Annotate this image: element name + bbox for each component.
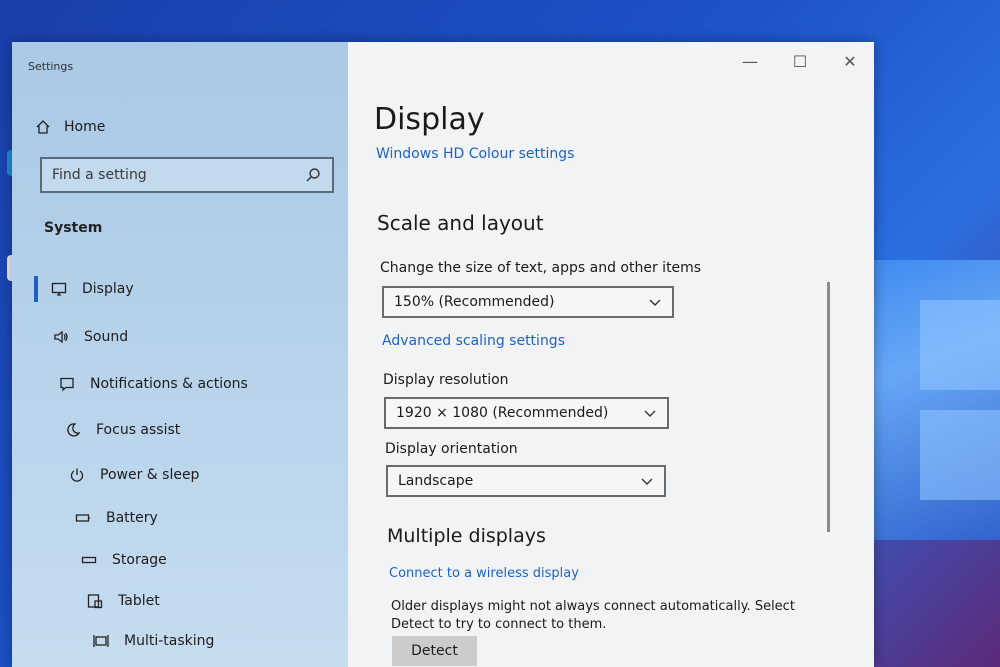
scale-dropdown[interactable]: 150% (Recommended) bbox=[382, 286, 674, 318]
settings-window: Settings Home Find a setting System Disp… bbox=[12, 42, 874, 667]
chevron-down-icon bbox=[641, 478, 653, 485]
sidebar-item-focus-assist[interactable]: Focus assist bbox=[64, 415, 180, 445]
orientation-label: Display orientation bbox=[385, 441, 518, 457]
monitor-icon bbox=[50, 280, 68, 298]
detect-note: Older displays might not always connect … bbox=[391, 599, 795, 632]
main-content: — ☐ ✕ Display Windows HD Colour settings… bbox=[348, 42, 874, 667]
sidebar-item-label: Power & sleep bbox=[100, 467, 200, 483]
search-placeholder: Find a setting bbox=[52, 167, 147, 183]
search-icon bbox=[304, 166, 322, 184]
minimize-button[interactable]: — bbox=[740, 52, 760, 71]
sidebar-item-label: Notifications & actions bbox=[90, 376, 248, 392]
sidebar-home[interactable]: Home bbox=[34, 118, 105, 136]
home-label: Home bbox=[64, 119, 106, 135]
sidebar-item-notifications[interactable]: Notifications & actions bbox=[58, 369, 248, 399]
wallpaper-pane bbox=[920, 410, 1000, 500]
wireless-display-link[interactable]: Connect to a wireless display bbox=[389, 566, 579, 581]
multitasking-icon bbox=[92, 632, 110, 650]
sidebar: Settings Home Find a setting System Disp… bbox=[12, 42, 348, 667]
orientation-dropdown[interactable]: Landscape bbox=[386, 465, 666, 497]
moon-icon bbox=[64, 421, 82, 439]
resolution-value: 1920 × 1080 (Recommended) bbox=[396, 405, 609, 421]
sidebar-item-label: Sound bbox=[84, 329, 129, 345]
scrollbar[interactable] bbox=[827, 282, 830, 532]
hd-colour-settings-link[interactable]: Windows HD Colour settings bbox=[376, 146, 574, 162]
resolution-label: Display resolution bbox=[383, 372, 509, 388]
sidebar-item-label: Battery bbox=[106, 510, 158, 526]
sidebar-item-multitasking[interactable]: Multi-tasking bbox=[92, 626, 214, 656]
sidebar-item-storage[interactable]: Storage bbox=[80, 545, 167, 575]
battery-icon bbox=[74, 509, 92, 527]
advanced-scaling-link[interactable]: Advanced scaling settings bbox=[382, 333, 565, 349]
sidebar-item-tablet[interactable]: Tablet bbox=[86, 586, 160, 616]
chevron-down-icon bbox=[649, 299, 661, 306]
scale-value: 150% (Recommended) bbox=[394, 294, 555, 310]
orientation-value: Landscape bbox=[398, 473, 474, 489]
close-button[interactable]: ✕ bbox=[840, 52, 860, 71]
sidebar-item-display[interactable]: Display bbox=[34, 274, 134, 304]
speaker-icon bbox=[52, 328, 70, 346]
sidebar-item-battery[interactable]: Battery bbox=[74, 503, 158, 533]
power-icon bbox=[68, 466, 86, 484]
maximize-button[interactable]: ☐ bbox=[790, 52, 810, 71]
sidebar-item-label: Storage bbox=[112, 552, 167, 568]
section-label-system: System bbox=[44, 220, 103, 236]
sidebar-item-label: Multi-tasking bbox=[124, 633, 215, 649]
chevron-down-icon bbox=[644, 410, 656, 417]
title-bar-controls: — ☐ ✕ bbox=[740, 52, 860, 71]
home-icon bbox=[34, 118, 52, 136]
notification-icon bbox=[58, 375, 76, 393]
sidebar-item-label: Display bbox=[82, 281, 134, 297]
sidebar-item-label: Focus assist bbox=[96, 422, 181, 438]
scale-label: Change the size of text, apps and other … bbox=[380, 260, 702, 276]
sidebar-item-sound[interactable]: Sound bbox=[52, 322, 128, 352]
detect-button[interactable]: Detect bbox=[392, 636, 477, 666]
window-title: Settings bbox=[28, 60, 74, 73]
page-title: Display bbox=[374, 102, 485, 137]
sidebar-item-power-sleep[interactable]: Power & sleep bbox=[68, 460, 199, 490]
multiple-displays-heading: Multiple displays bbox=[387, 525, 546, 547]
tablet-icon bbox=[86, 592, 104, 610]
search-input[interactable]: Find a setting bbox=[40, 157, 334, 193]
wallpaper-pane bbox=[920, 300, 1000, 390]
resolution-dropdown[interactable]: 1920 × 1080 (Recommended) bbox=[384, 397, 669, 429]
sidebar-item-label: Tablet bbox=[118, 593, 160, 609]
scale-layout-heading: Scale and layout bbox=[377, 211, 544, 235]
storage-icon bbox=[80, 551, 98, 569]
